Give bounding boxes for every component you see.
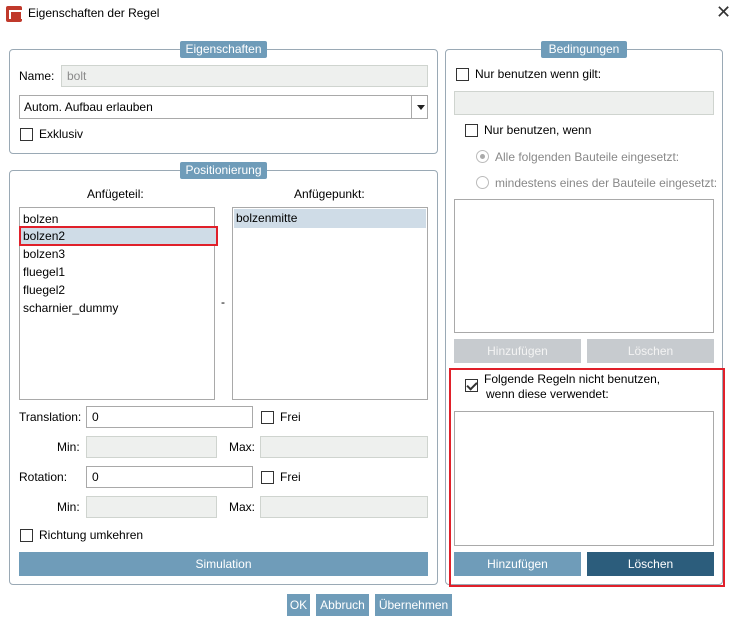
folgende-regeln-label-1: Folgende Regeln nicht benutzen, xyxy=(484,372,661,386)
dropdown-divider xyxy=(411,96,412,118)
rotation-min-field[interactable] xyxy=(86,496,217,518)
richtung-checkbox[interactable] xyxy=(20,529,33,542)
exklusiv-label: Exklusiv xyxy=(39,127,84,141)
anfuegepunkt-list[interactable]: bolzenmitte xyxy=(232,207,428,400)
positionierung-legend: Positionierung xyxy=(180,162,267,179)
list-item[interactable]: bolzenmitte xyxy=(236,209,297,227)
radio-alle[interactable] xyxy=(476,150,489,163)
chevron-down-icon xyxy=(417,105,425,110)
translation-label: Translation: xyxy=(19,410,82,424)
autom-aufbau-value: Autom. Aufbau erlauben xyxy=(24,100,153,114)
translation-max-field[interactable] xyxy=(260,436,428,458)
loeschen-button[interactable]: Löschen xyxy=(587,339,714,363)
bauteile-list[interactable] xyxy=(454,199,714,333)
translation-frei-label: Frei xyxy=(280,410,301,424)
uebernehmen-button[interactable]: Übernehmen xyxy=(375,594,452,616)
name-field[interactable]: bolt xyxy=(61,65,428,87)
list-separator: - xyxy=(221,295,225,309)
list-item[interactable]: fluegel1 xyxy=(23,263,65,281)
rotation-frei-checkbox[interactable] xyxy=(261,471,274,484)
nur-wenn-gilt-label: Nur benutzen wenn gilt: xyxy=(475,67,602,81)
translation-max-label: Max: xyxy=(229,440,256,454)
nur-wenn-checkbox[interactable] xyxy=(465,124,478,137)
exklusiv-checkbox[interactable] xyxy=(20,128,33,141)
richtung-label: Richtung umkehren xyxy=(39,528,144,542)
rotation-max-label: Max: xyxy=(229,500,256,514)
app-icon xyxy=(6,6,23,22)
list-item[interactable]: fluegel2 xyxy=(23,281,65,299)
name-label: Name: xyxy=(19,69,55,83)
radio-mindestens[interactable] xyxy=(476,176,489,189)
rotation-min-label: Min: xyxy=(57,500,80,514)
folgende-regeln-label-2: wenn diese verwendet: xyxy=(486,387,609,401)
rotation-label: Rotation: xyxy=(19,470,68,484)
nur-wenn-label: Nur benutzen, wenn xyxy=(484,123,592,137)
anfuegeteil-list[interactable]: bolzen bolzen2 bolzen3 fluegel1 fluegel2… xyxy=(19,207,218,400)
hinzufuegen-button[interactable]: Hinzufügen xyxy=(454,339,581,363)
anfuegeteil-header: Anfügeteil: xyxy=(87,187,144,201)
autom-aufbau-dropdown[interactable]: Autom. Aufbau erlauben xyxy=(19,95,428,119)
list-item-selected[interactable]: bolzen2 xyxy=(23,227,65,245)
folgende-regeln-list[interactable] xyxy=(454,411,714,546)
anfuegepunkt-header: Anfügepunkt: xyxy=(294,187,365,201)
radio-alle-label: Alle folgenden Bauteile eingesetzt: xyxy=(495,150,680,164)
radio-mindestens-label: mindestens eines der Bauteile eingesetzt… xyxy=(495,176,718,190)
rotation-max-field[interactable] xyxy=(260,496,428,518)
translation-min-label: Min: xyxy=(57,440,80,454)
bedingungen-legend: Bedingungen xyxy=(541,41,627,58)
nur-wenn-gilt-field[interactable] xyxy=(454,91,714,115)
close-icon[interactable]: ✕ xyxy=(716,2,731,23)
translation-frei-checkbox[interactable] xyxy=(261,411,274,424)
nur-wenn-gilt-checkbox[interactable] xyxy=(456,68,469,81)
list-item[interactable]: bolzen3 xyxy=(23,245,65,263)
translation-field[interactable]: 0 xyxy=(86,406,253,428)
simulation-button[interactable]: Simulation xyxy=(19,552,428,576)
translation-min-field[interactable] xyxy=(86,436,217,458)
ok-button[interactable]: OK xyxy=(287,594,310,616)
abbruch-button[interactable]: Abbruch xyxy=(316,594,369,616)
hinzufuegen-regel-button[interactable]: Hinzufügen xyxy=(454,552,581,576)
loeschen-regel-button[interactable]: Löschen xyxy=(587,552,714,576)
window-title: Eigenschaften der Regel xyxy=(28,6,160,20)
eigenschaften-legend: Eigenschaften xyxy=(180,41,267,58)
rotation-frei-label: Frei xyxy=(280,470,301,484)
folgende-regeln-checkbox[interactable] xyxy=(465,379,478,392)
rotation-field[interactable]: 0 xyxy=(86,466,253,488)
list-item[interactable]: scharnier_dummy xyxy=(23,299,118,317)
